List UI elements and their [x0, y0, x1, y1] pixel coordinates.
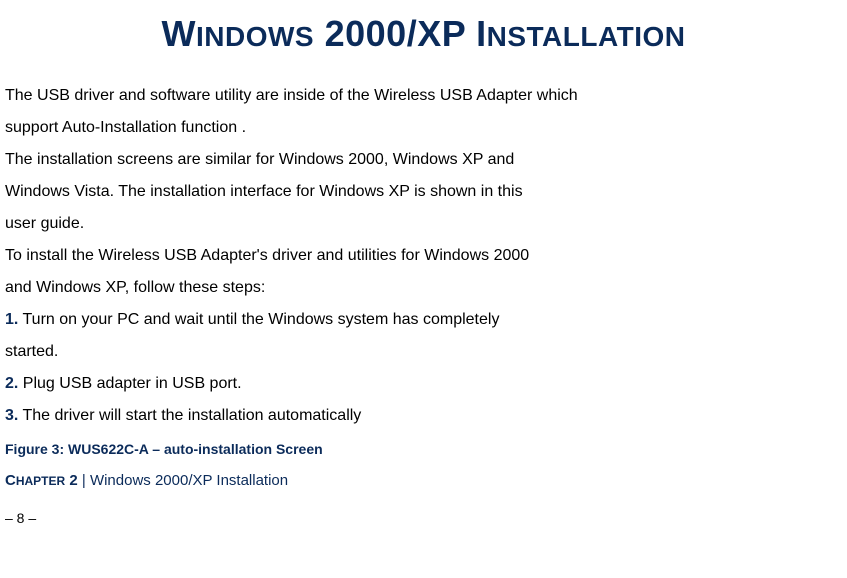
step-2: 2. Plug USB adapter in USB port.	[5, 368, 842, 400]
title-w2-first: I	[476, 13, 487, 54]
page-title: WINDOWS 2000/XP INSTALLATION	[5, 0, 842, 68]
step-2-text: Plug USB adapter in USB port.	[18, 375, 241, 392]
chapter-label-first: C	[5, 472, 16, 489]
chapter-separator: |	[78, 472, 90, 489]
step-1-line-1: 1. Turn on your PC and wait until the Wi…	[5, 304, 842, 336]
paragraph-2-line-3: user guide.	[5, 208, 842, 240]
figure-caption: Figure 3: WUS622C-A – auto-installation …	[5, 436, 842, 463]
step-1-number: 1.	[5, 311, 18, 328]
chapter-text: Windows 2000/XP Installation	[90, 472, 288, 489]
title-middle: 2000/XP	[314, 13, 476, 54]
paragraph-1-line-1: The USB driver and software utility are …	[5, 80, 842, 112]
paragraph-2-line-1: The installation screens are similar for…	[5, 144, 842, 176]
chapter-label-rest: HAPTER	[16, 474, 65, 488]
chapter-breadcrumb: CHAPTER 2 | Windows 2000/XP Installation	[5, 467, 842, 496]
chapter-label: CHAPTER 2	[5, 472, 78, 489]
title-w2-rest: NSTALLATION	[487, 21, 686, 52]
paragraph-3-line-1: To install the Wireless USB Adapter's dr…	[5, 240, 842, 272]
paragraph-1-line-2: support Auto-Installation function .	[5, 112, 842, 144]
page-number: – 8 –	[5, 505, 842, 532]
title-w1-rest: INDOWS	[196, 21, 314, 52]
title-w1-first: W	[162, 13, 196, 54]
paragraph-3-line-2: and Windows XP, follow these steps:	[5, 272, 842, 304]
step-3-number: 3.	[5, 407, 18, 424]
step-2-number: 2.	[5, 375, 18, 392]
step-3-text: The driver will start the installation a…	[18, 407, 361, 424]
step-1-line-2: started.	[5, 336, 842, 368]
step-3: 3. The driver will start the installatio…	[5, 400, 842, 432]
step-1-text-a: Turn on your PC and wait until the Windo…	[18, 311, 499, 328]
paragraph-2-line-2: Windows Vista. The installation interfac…	[5, 176, 842, 208]
chapter-number: 2	[65, 472, 78, 489]
